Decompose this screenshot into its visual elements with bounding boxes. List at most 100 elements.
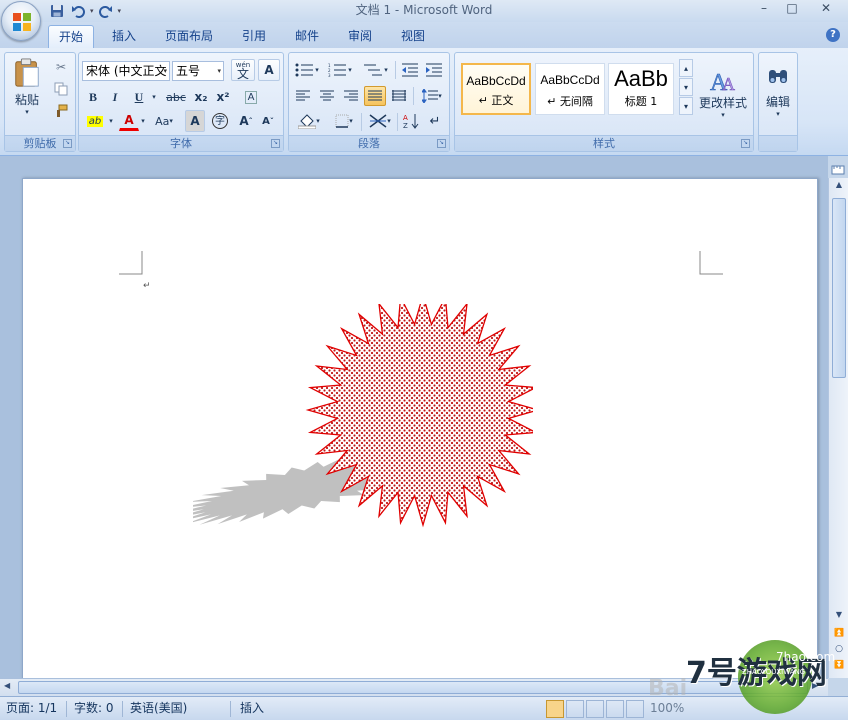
tab-mailings[interactable]: 邮件: [287, 25, 327, 48]
tab-insert[interactable]: 插入: [104, 25, 144, 48]
editing-group-label: .: [759, 135, 797, 151]
copy-button[interactable]: [51, 79, 71, 99]
style-heading-1[interactable]: AaBb 标题 1: [608, 63, 674, 115]
bold-button[interactable]: B: [83, 87, 103, 107]
outline-view-icon[interactable]: [606, 700, 624, 718]
clear-formatting-button[interactable]: A: [239, 86, 263, 108]
word-count[interactable]: 字数: 0: [74, 697, 114, 720]
underline-dropdown-icon[interactable]: ▾: [149, 87, 159, 107]
decrease-indent-button[interactable]: [399, 60, 421, 80]
starburst-shape[interactable]: [193, 304, 533, 544]
chevron-down-icon: ▾: [25, 108, 29, 116]
ribbon: 粘贴 ▾ ✂ 剪贴板 ↘ 宋体 (中文正文 ▾ 五号 ▾ wén 文 A B I U…: [0, 48, 848, 156]
office-button[interactable]: [1, 1, 41, 41]
change-case-button[interactable]: Aa ▾: [151, 111, 177, 131]
styles-launcher-icon[interactable]: ↘: [741, 139, 750, 148]
full-screen-reading-icon[interactable]: [566, 700, 584, 718]
tab-page-layout[interactable]: 页面布局: [156, 25, 222, 48]
shrink-font-button[interactable]: Aˇ: [257, 111, 279, 131]
paragraph-group-label: 段落: [289, 135, 449, 151]
copy-icon: [54, 82, 68, 96]
enclose-characters-button[interactable]: 字: [209, 111, 231, 131]
format-painter-button[interactable]: [51, 101, 71, 121]
clipboard-launcher-icon[interactable]: ↘: [63, 139, 72, 148]
paste-button[interactable]: 粘贴 ▾: [9, 57, 45, 117]
styles-scroll-down-icon[interactable]: ▾: [679, 78, 693, 96]
shading-button[interactable]: ▾: [292, 111, 326, 131]
cut-button[interactable]: ✂: [51, 57, 71, 77]
character-border-button[interactable]: A: [258, 59, 280, 81]
subscript-button[interactable]: x₂: [191, 87, 211, 107]
editing-button[interactable]: 编辑 ▾: [761, 57, 795, 127]
multilevel-list-button[interactable]: ▾: [359, 60, 391, 80]
maximize-button[interactable]: □: [778, 0, 806, 18]
grow-font-button[interactable]: Aˆ: [235, 111, 257, 131]
divider: [361, 113, 362, 131]
distributed-button[interactable]: [388, 86, 410, 106]
highlight-dropdown-icon[interactable]: ▾: [107, 111, 115, 131]
font-launcher-icon[interactable]: ↘: [271, 139, 280, 148]
change-styles-label: 更改样式: [698, 95, 747, 110]
italic-button[interactable]: I: [105, 87, 125, 107]
decrease-indent-icon: [402, 63, 418, 77]
page-count[interactable]: 页面: 1/1: [6, 697, 57, 720]
numbering-button[interactable]: 1 2 3 ▾: [325, 60, 355, 80]
close-button[interactable]: ✕: [812, 0, 840, 18]
styles-more-icon[interactable]: ▾: [679, 97, 693, 115]
font-size-combo[interactable]: 五号 ▾: [172, 61, 224, 81]
style-no-spacing[interactable]: AaBbCcDd ↵ 无间隔: [535, 63, 605, 115]
paragraph-launcher-icon[interactable]: ↘: [437, 139, 446, 148]
chinese-layout-button[interactable]: ▾: [365, 111, 395, 131]
align-left-button[interactable]: [292, 86, 314, 106]
line-spacing-button[interactable]: ▾: [417, 86, 447, 106]
divider: [413, 87, 414, 105]
strikethrough-button[interactable]: abc: [163, 87, 189, 107]
minimize-button[interactable]: –: [750, 0, 778, 18]
character-shading-button[interactable]: A: [185, 110, 205, 132]
font-color-dropdown-icon[interactable]: ▾: [139, 111, 147, 131]
vertical-scroll-thumb[interactable]: [832, 198, 846, 378]
underline-button[interactable]: U: [129, 87, 149, 107]
help-icon[interactable]: ?: [826, 28, 840, 42]
ruler-toggle[interactable]: [828, 156, 848, 178]
margin-mark-top-right: [699, 251, 723, 275]
font-name-combo[interactable]: 宋体 (中文正文 ▾: [82, 61, 170, 81]
format-painter-icon: [57, 104, 68, 117]
borders-button[interactable]: ▾: [329, 111, 359, 131]
vertical-scrollbar[interactable]: ▲ ▼ ⏫ ○ ⏬: [828, 178, 848, 678]
tab-review[interactable]: 审阅: [340, 25, 380, 48]
highlight-button[interactable]: ab: [83, 111, 107, 131]
insert-mode-indicator[interactable]: 插入: [240, 697, 264, 720]
font-group-label: 字体: [79, 135, 283, 151]
font-color-button[interactable]: A: [119, 111, 139, 131]
align-right-button[interactable]: [340, 86, 362, 106]
justify-button[interactable]: [364, 86, 386, 106]
increase-indent-button[interactable]: [423, 60, 445, 80]
scroll-up-icon[interactable]: ▲: [832, 180, 846, 192]
tab-home[interactable]: 开始: [48, 25, 94, 48]
print-layout-view-icon[interactable]: [546, 700, 564, 718]
align-center-button[interactable]: [316, 86, 338, 106]
superscript-button[interactable]: x²: [213, 87, 233, 107]
style-name: 标题 1: [624, 95, 658, 108]
show-marks-button[interactable]: ↵: [424, 111, 446, 131]
chinese-layout-icon: [369, 114, 387, 128]
change-styles-button[interactable]: A A 更改样式 ▾: [695, 57, 751, 127]
tab-view[interactable]: 视图: [393, 25, 433, 48]
bullets-button[interactable]: ▾: [292, 60, 322, 80]
language-indicator[interactable]: 英语(美国): [130, 697, 187, 720]
styles-scroll-up-icon[interactable]: ▴: [679, 59, 693, 77]
web-layout-icon[interactable]: [586, 700, 604, 718]
paragraph-mark: ↵: [143, 281, 151, 291]
svg-text:A: A: [722, 74, 735, 94]
phonetic-guide-button[interactable]: wén 文: [231, 59, 255, 81]
style-normal[interactable]: AaBbCcDd ↵ 正文: [461, 63, 531, 115]
binoculars-icon: [769, 69, 787, 83]
sort-button[interactable]: AZ: [400, 111, 422, 131]
scroll-down-icon[interactable]: ▼: [832, 610, 846, 622]
margin-mark-top-left: [119, 251, 143, 275]
scroll-left-icon[interactable]: ◀: [4, 681, 16, 693]
document-page[interactable]: ↵: [22, 178, 818, 678]
tab-references[interactable]: 引用: [234, 25, 274, 48]
draft-view-icon[interactable]: [626, 700, 644, 718]
